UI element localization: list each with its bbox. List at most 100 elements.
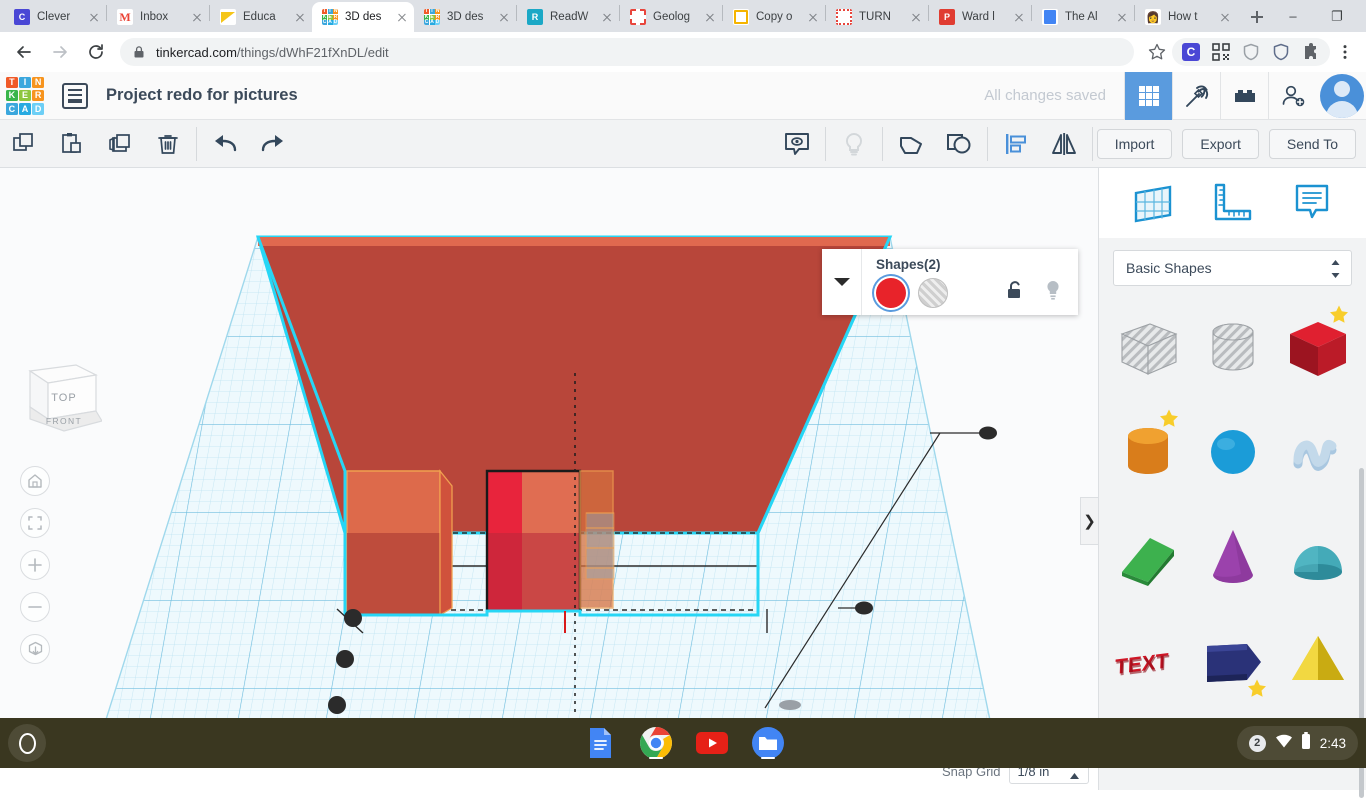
browser-tab-clever[interactable]: C Clever <box>4 2 106 32</box>
three-dot-menu-icon[interactable] <box>1332 39 1356 65</box>
close-icon[interactable] <box>189 9 205 25</box>
bookmark-star-icon[interactable] <box>1144 39 1170 65</box>
export-button[interactable]: Export <box>1182 128 1259 159</box>
sidebar-collapse-toggle[interactable]: ❯ <box>1080 497 1098 545</box>
zoom-out-icon[interactable] <box>20 592 50 622</box>
align-icon[interactable] <box>992 120 1040 168</box>
shape-item-box[interactable] <box>1275 300 1360 398</box>
logo-tile: R <box>32 89 44 102</box>
unlock-icon[interactable] <box>1006 280 1024 305</box>
duplicate-icon[interactable] <box>96 120 144 168</box>
lightbulb-icon[interactable] <box>1044 279 1062 306</box>
launcher-icon[interactable] <box>8 724 46 762</box>
model-center-block-shade <box>487 533 580 611</box>
browser-tab-copy[interactable]: Copy o <box>723 2 825 32</box>
shape-library-select[interactable]: Basic Shapes <box>1113 250 1352 286</box>
undo-icon[interactable] <box>201 120 249 168</box>
shape-item-cylinder-hole[interactable] <box>1190 300 1275 398</box>
shape-item-scribble[interactable] <box>1275 404 1360 502</box>
google-docs-icon[interactable] <box>582 725 618 761</box>
shape-item-cylinder[interactable] <box>1105 404 1190 502</box>
browser-tab-how-to[interactable]: 👩 How t <box>1135 2 1237 32</box>
add-person-icon[interactable] <box>1268 71 1316 120</box>
close-icon[interactable] <box>702 9 718 25</box>
ruler-icon[interactable] <box>1206 177 1258 229</box>
new-tab-button[interactable] <box>1243 3 1271 31</box>
minimize-button[interactable]: – <box>1271 1 1315 31</box>
avatar[interactable] <box>1320 73 1364 118</box>
view-cube[interactable]: TOP FRONT TOP FRONT <box>24 361 103 435</box>
browser-tab-the-al[interactable]: The Al <box>1032 2 1134 32</box>
browser-tab-geology[interactable]: Geolog <box>620 2 722 32</box>
lego-brick-icon[interactable] <box>1220 71 1268 120</box>
redo-icon[interactable] <box>249 120 297 168</box>
forward-button[interactable] <box>44 36 76 68</box>
project-list-icon[interactable] <box>62 82 88 109</box>
back-button[interactable] <box>8 36 40 68</box>
qr-code-icon[interactable] <box>1208 39 1234 65</box>
tinkercad-logo-icon[interactable]: T I N K E R C A D <box>6 76 44 115</box>
solid-color-swatch[interactable] <box>876 277 906 308</box>
shield-outline-icon[interactable] <box>1268 39 1294 65</box>
files-icon[interactable] <box>750 725 786 761</box>
chrome-icon[interactable] <box>638 725 674 761</box>
gmail-icon <box>117 9 133 25</box>
maximize-button[interactable]: ❐ <box>1315 1 1359 31</box>
logo-tile: C <box>6 102 18 115</box>
close-icon[interactable] <box>599 9 615 25</box>
close-window-button[interactable]: ✕ <box>1359 1 1366 31</box>
youtube-icon[interactable] <box>694 725 730 761</box>
zoom-in-icon[interactable] <box>20 550 50 580</box>
page-title[interactable]: Project redo for pictures <box>106 86 298 105</box>
close-icon[interactable] <box>1114 9 1130 25</box>
import-button[interactable]: Import <box>1096 128 1173 159</box>
browser-tab-inbox[interactable]: Inbox <box>107 2 209 32</box>
close-icon[interactable] <box>908 9 924 25</box>
comment-view-icon[interactable] <box>773 120 821 168</box>
home-view-icon[interactable] <box>20 466 50 496</box>
chevron-down-icon[interactable] <box>822 249 862 315</box>
browser-tab-3d-design-active[interactable]: TIN KER CAD 3D des <box>312 2 414 32</box>
group-icon[interactable] <box>887 120 935 168</box>
close-icon[interactable] <box>496 9 512 25</box>
browser-tab-3d-design-2[interactable]: TIN KER CAD 3D des <box>414 2 516 32</box>
reload-button[interactable] <box>80 36 112 68</box>
browser-tab-turnitin[interactable]: TURN <box>826 2 928 32</box>
shape-item-roof[interactable] <box>1275 508 1360 606</box>
lightbulb-icon[interactable] <box>830 120 878 168</box>
address-bar[interactable]: tinkercad.com/things/dWhF21fXnDL/edit <box>120 38 1134 66</box>
copy-icon[interactable] <box>0 120 48 168</box>
close-icon[interactable] <box>292 9 308 25</box>
shape-item-text[interactable]: TEXT TEXT <box>1105 612 1190 710</box>
ortho-perspective-icon[interactable] <box>20 634 50 664</box>
close-icon[interactable] <box>805 9 821 25</box>
close-icon[interactable] <box>1217 9 1233 25</box>
note-icon[interactable] <box>1286 177 1338 229</box>
pickaxe-icon[interactable] <box>1172 71 1220 120</box>
paste-icon[interactable] <box>48 120 96 168</box>
hole-swatch[interactable] <box>918 277 948 308</box>
clever-extension-icon[interactable]: C <box>1178 39 1204 65</box>
browser-tab-educa[interactable]: Educa <box>210 2 312 32</box>
delete-icon[interactable] <box>144 120 192 168</box>
blocks-grid-icon[interactable] <box>1124 71 1172 120</box>
mirror-icon[interactable] <box>1040 120 1088 168</box>
shape-item-cone[interactable] <box>1190 508 1275 606</box>
shape-item-wedge[interactable] <box>1105 508 1190 606</box>
close-icon[interactable] <box>1011 9 1027 25</box>
browser-tab-ward[interactable]: P Ward l <box>929 2 1031 32</box>
ungroup-icon[interactable] <box>935 120 983 168</box>
shape-item-box-hole[interactable] <box>1105 300 1190 398</box>
status-tray[interactable]: 2 2:43 <box>1236 726 1358 760</box>
omnibox-row: tinkercad.com/things/dWhF21fXnDL/edit C <box>0 32 1366 72</box>
close-icon[interactable] <box>394 9 410 25</box>
puzzle-icon[interactable] <box>1298 39 1324 65</box>
browser-tab-readworks[interactable]: R ReadW <box>517 2 619 32</box>
send-to-button[interactable]: Send To <box>1268 128 1356 159</box>
close-icon[interactable] <box>86 9 102 25</box>
shape-item-pyramid[interactable] <box>1248 612 1360 710</box>
shape-item-sphere[interactable] <box>1190 404 1275 502</box>
fit-view-icon[interactable] <box>20 508 50 538</box>
shield-icon[interactable] <box>1238 39 1264 65</box>
workplane-icon[interactable] <box>1127 177 1179 229</box>
